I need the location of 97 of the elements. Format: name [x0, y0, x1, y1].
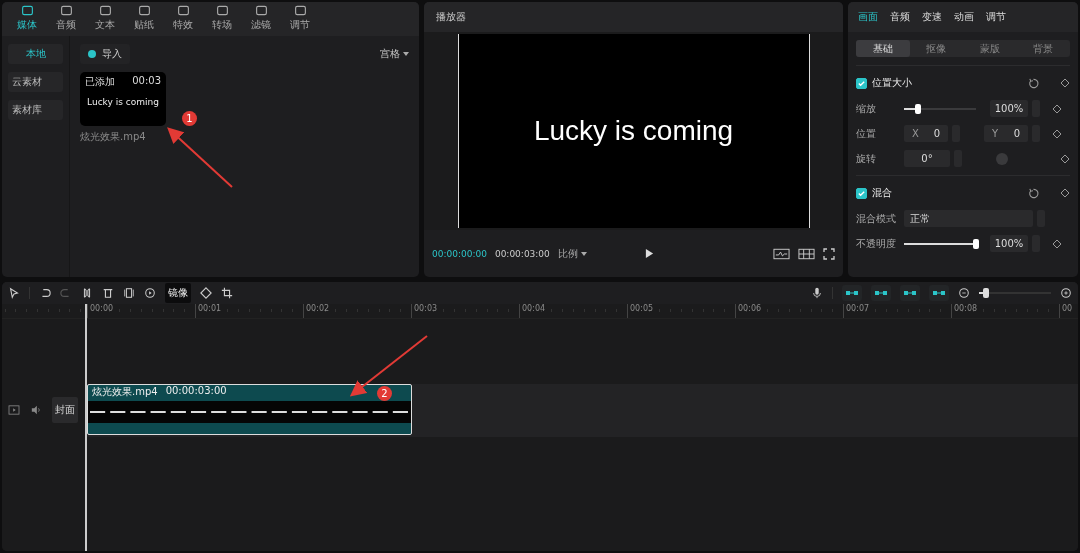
- y-field[interactable]: Y 0: [984, 125, 1028, 142]
- clip-duration: 00:00:03:00: [165, 384, 227, 398]
- property-label: 混合模式: [856, 211, 897, 226]
- snap-toggle-icon[interactable]: [929, 285, 949, 301]
- property-label: 位置: [856, 126, 877, 141]
- keyframe-icon[interactable]: [1052, 103, 1062, 114]
- video-track-icon[interactable]: [8, 405, 20, 415]
- time-tick: 00:08: [951, 304, 1059, 318]
- reset-icon[interactable]: [1028, 77, 1039, 89]
- thumbnail-text: Lucky is coming: [86, 97, 160, 107]
- cover-button[interactable]: 封面: [52, 397, 78, 423]
- media-tab[interactable]: 媒体: [10, 2, 44, 36]
- caret-icon: [403, 52, 409, 56]
- tab-icon: [215, 4, 229, 17]
- inspector-tab[interactable]: 动画: [954, 10, 974, 24]
- speaker-icon[interactable]: [30, 405, 42, 415]
- sidebar-item[interactable]: 素材库: [8, 100, 63, 120]
- reset-icon[interactable]: [1028, 187, 1039, 199]
- time-tick: 00:01: [195, 304, 303, 318]
- tab-icon: [98, 4, 112, 17]
- waveform-icon[interactable]: [773, 247, 790, 260]
- section-title: 位置大小: [872, 76, 912, 90]
- delete-icon[interactable]: [102, 287, 114, 299]
- annotation-arrow: [167, 127, 233, 188]
- tab-icon: [20, 4, 34, 17]
- property-label: 旋转: [856, 151, 877, 166]
- blend-mode-select[interactable]: 正常: [904, 210, 1033, 227]
- checkbox[interactable]: [856, 187, 867, 199]
- media-filename: 炫光效果.mp4: [80, 130, 147, 144]
- sidebar-item[interactable]: 云素材: [8, 72, 63, 92]
- keyframe-icon[interactable]: [1052, 128, 1062, 139]
- property-label: 缩放: [856, 101, 877, 116]
- sub-tab[interactable]: 背景: [1016, 40, 1070, 57]
- keyframe-icon[interactable]: [1060, 188, 1070, 198]
- media-tab[interactable]: 调节: [283, 2, 317, 36]
- sub-tab[interactable]: 抠像: [909, 40, 963, 57]
- play-icon[interactable]: [644, 248, 654, 259]
- x-field[interactable]: X 0: [904, 125, 948, 142]
- media-tab[interactable]: 音频: [49, 2, 83, 36]
- time-tick: 00:06: [735, 304, 843, 318]
- fullscreen-icon[interactable]: [823, 247, 835, 260]
- mirror-button[interactable]: 镜像: [165, 283, 191, 303]
- tab-icon: [293, 4, 307, 17]
- preview-text: Lucky is coming: [533, 115, 734, 147]
- media-duration: 00:03: [132, 75, 161, 88]
- zoom-in-icon[interactable]: [1060, 287, 1072, 299]
- value-field[interactable]: 100%: [990, 235, 1028, 252]
- time-tick: 00:03: [411, 304, 519, 318]
- inspector-tab[interactable]: 变速: [922, 10, 942, 24]
- sub-tab[interactable]: 基础: [856, 40, 910, 57]
- snap-toggle-icon[interactable]: [900, 285, 920, 301]
- zoom-out-icon[interactable]: [958, 287, 970, 299]
- time-tick: 00:07: [843, 304, 951, 318]
- ratio-dropdown[interactable]: 比例: [557, 246, 587, 261]
- media-tab[interactable]: 转场: [205, 2, 239, 36]
- view-toggle[interactable]: 宫格: [380, 47, 409, 61]
- media-thumbnail[interactable]: 已添加 00:03 Lucky is coming: [80, 72, 166, 126]
- tab-icon: [176, 4, 190, 17]
- time-tick: 00:04: [519, 304, 627, 318]
- media-tab[interactable]: 特效: [166, 2, 200, 36]
- panel-title: 播放器: [436, 10, 466, 24]
- grid-icon[interactable]: [798, 247, 815, 260]
- tab-icon: [254, 4, 268, 17]
- caret-icon: [580, 251, 587, 256]
- section-title: 混合: [872, 186, 892, 200]
- current-time: 00:00:00:00: [432, 248, 487, 259]
- tab-icon: [137, 4, 151, 17]
- sub-tab[interactable]: 蒙版: [963, 40, 1017, 57]
- time-tick: 00:05: [627, 304, 735, 318]
- undo-icon[interactable]: [39, 287, 51, 299]
- split-icon[interactable]: [81, 287, 93, 299]
- property-label: 不透明度: [856, 236, 897, 251]
- clip-name: 炫光效果.mp4: [92, 384, 158, 398]
- keyframe-icon[interactable]: [1052, 238, 1062, 249]
- rotation-field[interactable]: 0°: [904, 150, 950, 167]
- import-button[interactable]: 导入: [80, 44, 130, 64]
- inspector-tab[interactable]: 调节: [986, 10, 1006, 24]
- time-tick: 00: [1059, 304, 1078, 318]
- inspector-tab[interactable]: 画面: [858, 10, 878, 24]
- snap-toggle-icon[interactable]: [871, 285, 891, 301]
- total-time: 00:00:03:00: [494, 248, 550, 259]
- tab-icon: [59, 4, 73, 17]
- added-label: 已添加: [85, 75, 115, 89]
- media-tab[interactable]: 贴纸: [127, 2, 161, 36]
- checkbox[interactable]: [856, 77, 867, 89]
- value-field[interactable]: 100%: [990, 100, 1028, 117]
- microphone-icon[interactable]: [811, 287, 823, 299]
- time-tick: 00:02: [303, 304, 411, 318]
- snap-toggle-icon[interactable]: [842, 285, 862, 301]
- inspector-tab[interactable]: 音频: [890, 10, 910, 24]
- keyframe-icon[interactable]: [1060, 78, 1070, 88]
- sidebar-item[interactable]: 本地: [8, 44, 63, 64]
- keyframe-icon[interactable]: [1060, 153, 1070, 164]
- select-cursor-icon[interactable]: [8, 287, 20, 299]
- crop-icon[interactable]: [221, 287, 233, 299]
- media-tab[interactable]: 滤镜: [244, 2, 278, 36]
- media-tab[interactable]: 文本: [88, 2, 122, 36]
